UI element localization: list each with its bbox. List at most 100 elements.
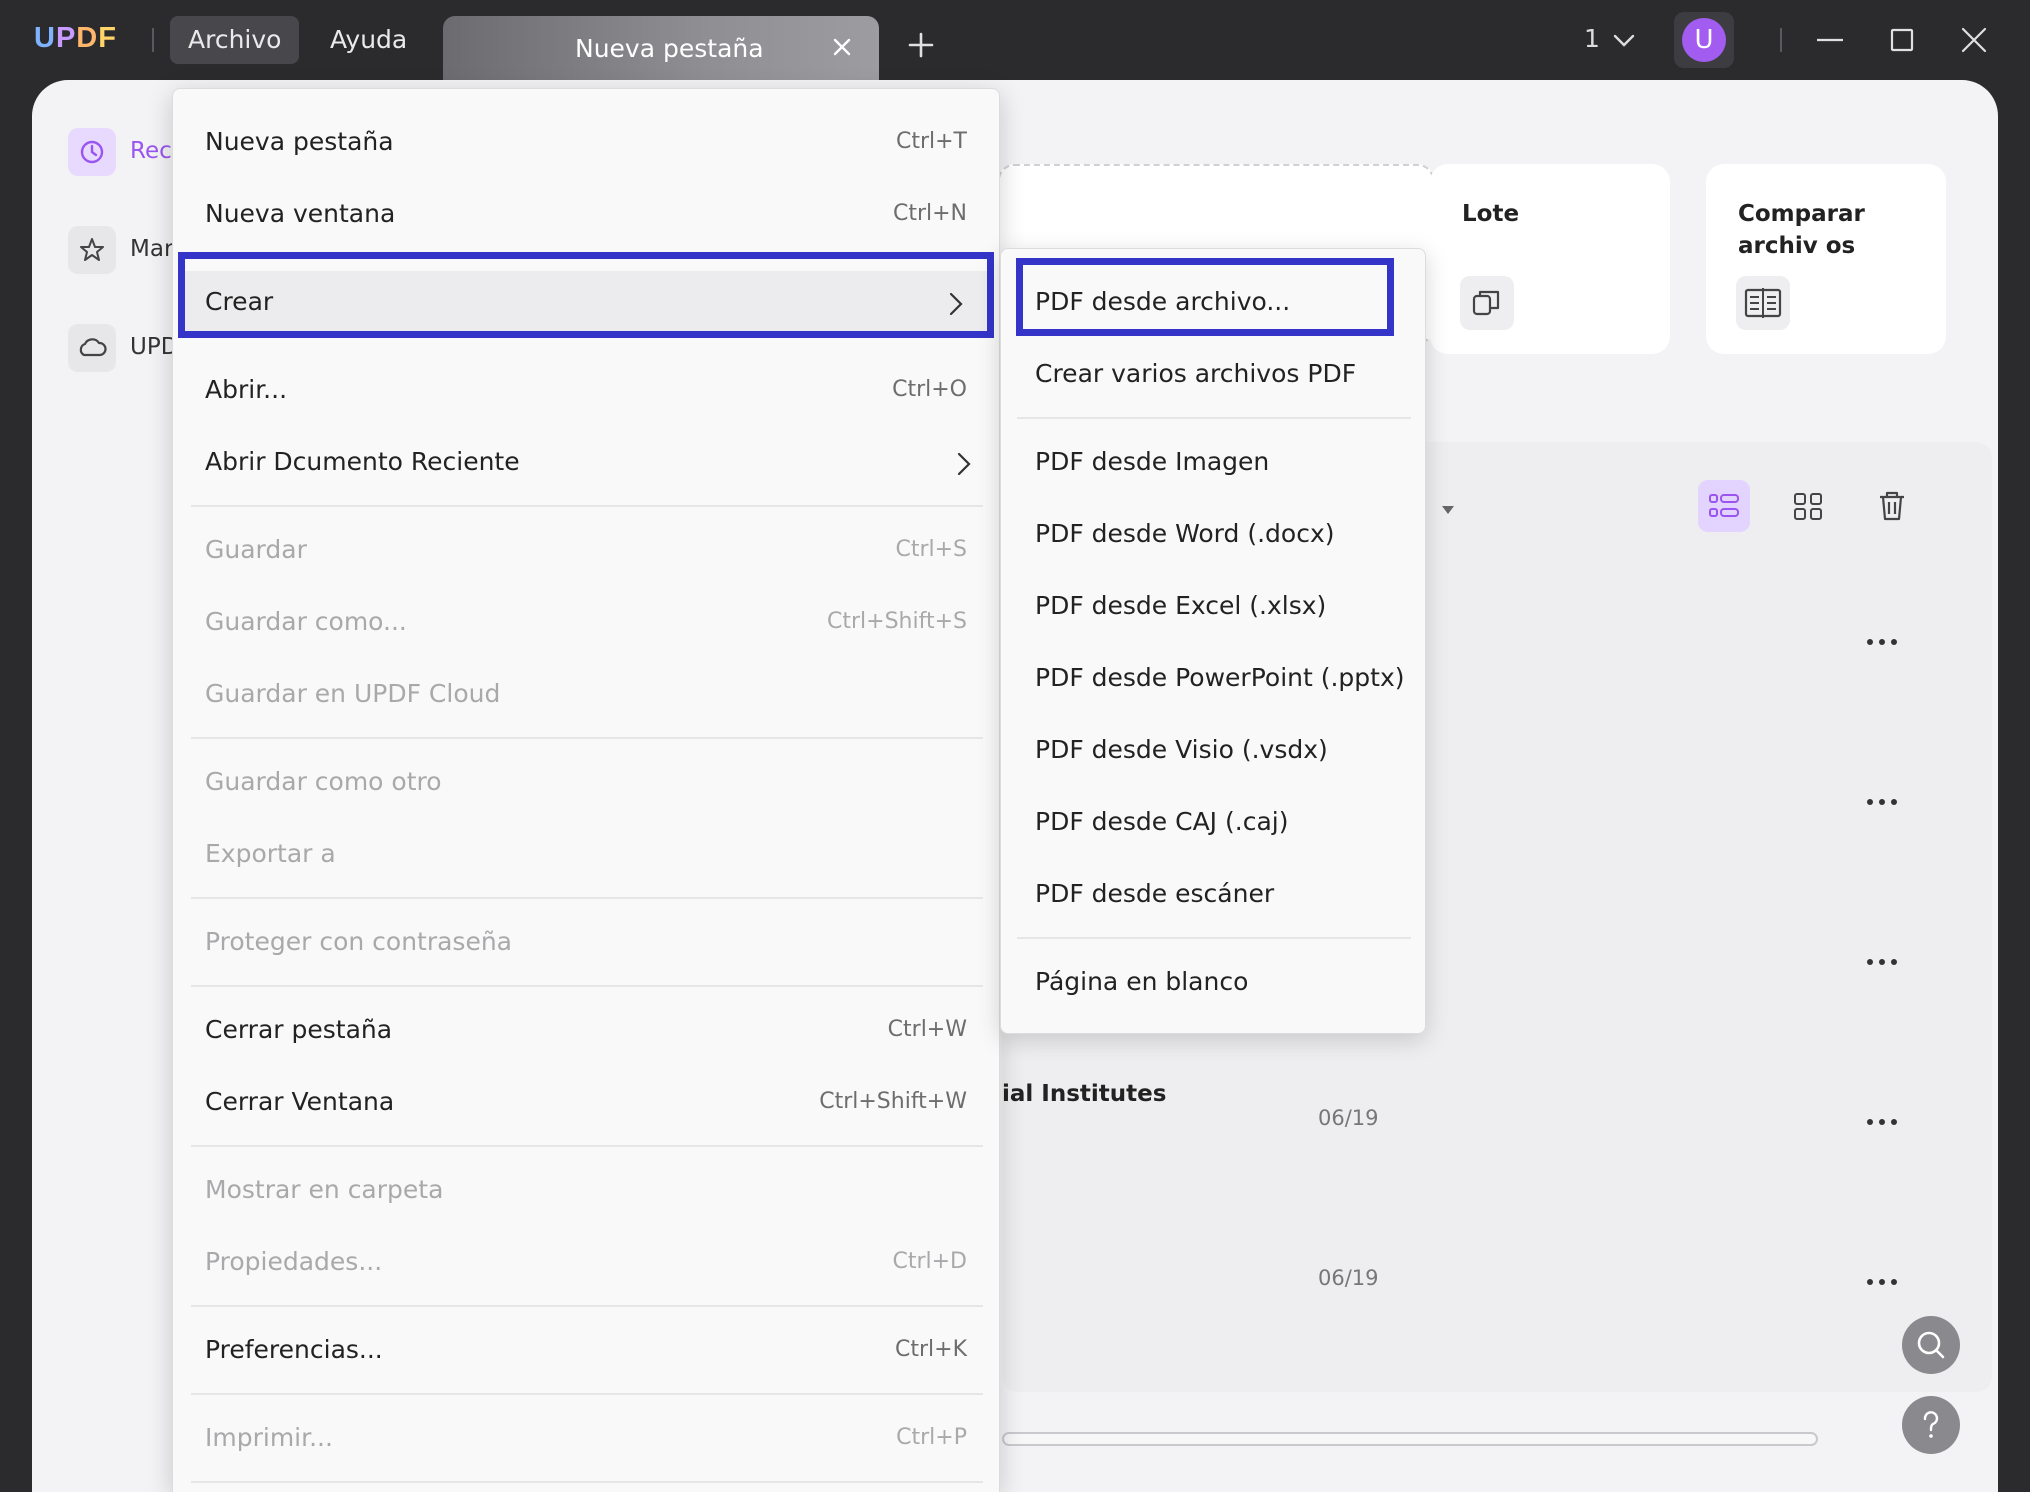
menu-item-label: PDF desde Word (.docx) bbox=[1035, 519, 1335, 548]
menu-item-label: Cerrar pestaña bbox=[205, 1015, 393, 1044]
menu-item-label: Cerrar Ventana bbox=[205, 1087, 395, 1116]
more-options-icon[interactable] bbox=[1862, 955, 1902, 969]
submenu-item-pdf-desde-archivo[interactable]: PDF desde archivo... bbox=[1001, 271, 1427, 337]
submenu-item-crear-varios[interactable]: Crear varios archivos PDF bbox=[1001, 343, 1427, 409]
sidebar-item-label: Reci bbox=[130, 138, 179, 164]
submenu-item-pdf-desde-escaner[interactable]: PDF desde escáner bbox=[1001, 863, 1427, 929]
avatar: U bbox=[1682, 18, 1726, 62]
menu-divider bbox=[191, 897, 983, 899]
menu-item-label: PDF desde CAJ (.caj) bbox=[1035, 807, 1289, 836]
submenu-item-pdf-desde-imagen[interactable]: PDF desde Imagen bbox=[1001, 431, 1427, 497]
chevron-down-icon[interactable] bbox=[1612, 32, 1636, 50]
menu-item-label: Imprimir... bbox=[205, 1423, 333, 1452]
menu-item-guardar-cloud[interactable]: Guardar en UPDF Cloud bbox=[173, 663, 1001, 729]
menu-item-nueva-pestana[interactable]: Nueva pestaña Ctrl+T bbox=[173, 111, 1001, 177]
help-button[interactable] bbox=[1902, 1396, 1960, 1454]
close-icon[interactable] bbox=[827, 32, 857, 62]
star-icon bbox=[68, 226, 116, 274]
shortcut-label: Ctrl+O bbox=[892, 377, 967, 402]
search-button[interactable] bbox=[1902, 1316, 1960, 1374]
search-icon bbox=[1917, 1331, 1945, 1359]
menu-item-exportar[interactable]: Exportar a bbox=[173, 823, 1001, 889]
archivo-menu: Nueva pestaña Ctrl+T Nueva ventana Ctrl+… bbox=[172, 88, 1000, 1492]
menu-archivo[interactable]: Archivo bbox=[170, 16, 300, 64]
compare-files-card[interactable]: Comparar archiv os bbox=[1706, 164, 1946, 354]
submenu-item-pdf-desde-powerpoint[interactable]: PDF desde PowerPoint (.pptx) bbox=[1001, 647, 1427, 713]
menu-item-cerrar-ventana[interactable]: Cerrar Ventana Ctrl+Shift+W bbox=[173, 1071, 1001, 1137]
menu-item-guardar[interactable]: Guardar Ctrl+S bbox=[173, 519, 1001, 585]
menu-divider bbox=[191, 1393, 983, 1395]
menu-item-proteger[interactable]: Proteger con contraseña bbox=[173, 911, 1001, 977]
file-name[interactable]: ial Institutes bbox=[1002, 1081, 1166, 1107]
menu-item-label: Guardar como... bbox=[205, 607, 407, 636]
menu-item-cerrar-pestana[interactable]: Cerrar pestaña Ctrl+W bbox=[173, 999, 1001, 1065]
shortcut-label: Ctrl+K bbox=[894, 1337, 967, 1362]
list-view-button[interactable] bbox=[1698, 480, 1750, 532]
menu-item-crear[interactable]: Crear bbox=[181, 271, 993, 337]
menu-item-abrir-reciente[interactable]: Abrir Dcumento Reciente bbox=[173, 431, 1001, 497]
chevron-right-icon bbox=[957, 452, 971, 476]
sort-caret-icon[interactable] bbox=[1440, 504, 1456, 516]
file-date: 06/19 bbox=[1318, 1106, 1379, 1130]
menu-divider bbox=[191, 737, 983, 739]
titlebar-divider bbox=[152, 28, 154, 52]
menu-item-abrir[interactable]: Abrir... Ctrl+O bbox=[173, 359, 1001, 425]
file-date: 06/19 bbox=[1318, 1266, 1379, 1290]
more-options-icon[interactable] bbox=[1862, 635, 1902, 649]
shortcut-label: Ctrl+Shift+W bbox=[819, 1089, 967, 1114]
menu-divider bbox=[191, 985, 983, 987]
menu-item-guardar-como[interactable]: Guardar como... Ctrl+Shift+S bbox=[173, 591, 1001, 657]
menu-item-label: Crear bbox=[205, 287, 274, 316]
menu-divider bbox=[191, 1481, 983, 1483]
menu-item-label: PDF desde Imagen bbox=[1035, 447, 1270, 476]
more-options-icon[interactable] bbox=[1862, 795, 1902, 809]
menu-item-preferencias[interactable]: Preferencias... Ctrl+K bbox=[173, 1319, 1001, 1385]
submenu-item-pdf-desde-visio[interactable]: PDF desde Visio (.vsdx) bbox=[1001, 719, 1427, 785]
shortcut-label: Ctrl+W bbox=[887, 1017, 967, 1042]
card-title: Lote bbox=[1462, 201, 1520, 227]
delete-button[interactable] bbox=[1866, 480, 1918, 532]
tab-nueva-pestana[interactable]: Nueva pestaña bbox=[443, 16, 879, 80]
tab-title: Nueva pestaña bbox=[575, 34, 764, 63]
trash-icon bbox=[1880, 491, 1904, 521]
maximize-icon[interactable] bbox=[1884, 22, 1920, 58]
horizontal-scrollbar[interactable] bbox=[1002, 1432, 1818, 1446]
menu-item-label: PDF desde PowerPoint (.pptx) bbox=[1035, 663, 1405, 692]
submenu-item-pagina-en-blanco[interactable]: Página en blanco bbox=[1001, 951, 1427, 1017]
menu-ayuda[interactable]: Ayuda bbox=[312, 16, 425, 64]
menu-item-propiedades[interactable]: Propiedades... Ctrl+D bbox=[173, 1231, 1001, 1297]
menu-divider bbox=[191, 505, 983, 507]
menu-item-guardar-como-otro[interactable]: Guardar como otro bbox=[173, 751, 1001, 817]
title-bar: UPDF Archivo Ayuda Nueva pestaña 1 U bbox=[0, 0, 2030, 80]
menu-item-label: Nueva ventana bbox=[205, 199, 396, 228]
menu-item-label: Guardar en UPDF Cloud bbox=[205, 679, 501, 708]
menu-item-nueva-ventana[interactable]: Nueva ventana Ctrl+N bbox=[173, 183, 1001, 249]
menu-item-label: Preferencias... bbox=[205, 1335, 383, 1364]
user-avatar-button[interactable]: U bbox=[1674, 12, 1734, 68]
menu-item-mostrar-carpeta[interactable]: Mostrar en carpeta bbox=[173, 1159, 1001, 1225]
menu-item-label: Guardar bbox=[205, 535, 307, 564]
menu-item-imprimir[interactable]: Imprimir... Ctrl+P bbox=[173, 1407, 1001, 1473]
submenu-item-pdf-desde-excel[interactable]: PDF desde Excel (.xlsx) bbox=[1001, 575, 1427, 641]
batch-icon bbox=[1460, 276, 1514, 330]
menu-item-label: PDF desde archivo... bbox=[1035, 287, 1291, 316]
window-close-icon[interactable] bbox=[1956, 22, 1992, 58]
add-tab-icon[interactable] bbox=[906, 30, 936, 60]
grid-view-button[interactable] bbox=[1782, 480, 1834, 532]
submenu-item-pdf-desde-word[interactable]: PDF desde Word (.docx) bbox=[1001, 503, 1427, 569]
batch-card[interactable]: Lote bbox=[1430, 164, 1670, 354]
more-options-icon[interactable] bbox=[1862, 1275, 1902, 1289]
submenu-item-pdf-desde-caj[interactable]: PDF desde CAJ (.caj) bbox=[1001, 791, 1427, 857]
updf-logo: UPDF bbox=[34, 22, 117, 54]
menu-divider bbox=[191, 1305, 983, 1307]
menu-item-label: Guardar como otro bbox=[205, 767, 442, 796]
menu-item-label: Crear varios archivos PDF bbox=[1035, 359, 1357, 388]
chevron-right-icon bbox=[949, 292, 963, 316]
minimize-icon[interactable] bbox=[1812, 22, 1848, 58]
more-options-icon[interactable] bbox=[1862, 1115, 1902, 1129]
menu-divider bbox=[1017, 937, 1411, 939]
menu-item-label: Mostrar en carpeta bbox=[205, 1175, 444, 1204]
page-indicator[interactable]: 1 bbox=[1584, 24, 1600, 53]
crear-submenu: PDF desde archivo... Crear varios archiv… bbox=[1000, 248, 1426, 1034]
menu-item-label: Propiedades... bbox=[205, 1247, 383, 1276]
